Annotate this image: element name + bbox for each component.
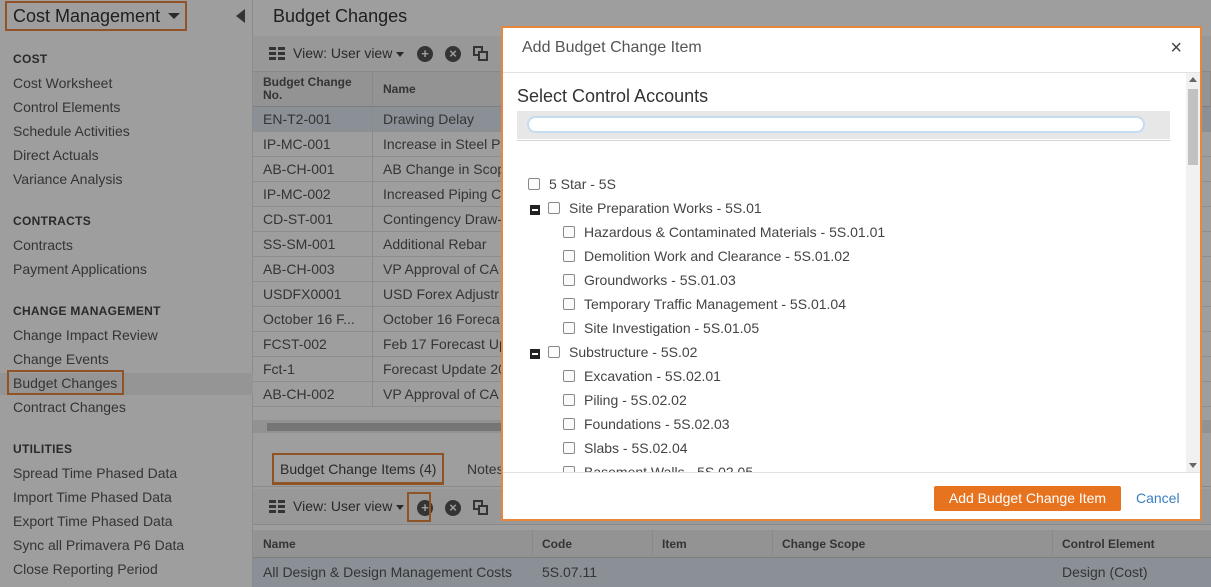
tree-node-checkbox[interactable] — [563, 370, 575, 382]
tree-node-checkbox[interactable] — [563, 298, 575, 310]
tree-node-checkbox[interactable] — [563, 394, 575, 406]
vertical-scrollbar[interactable] — [1186, 73, 1200, 472]
cancel-button[interactable]: Cancel — [1136, 490, 1180, 506]
tree-node-label: Site Investigation - 5S.01.05 — [584, 320, 760, 336]
tree-node-label: Temporary Traffic Management - 5S.01.04 — [584, 296, 846, 312]
tree-node[interactable]: Piling - 5S.02.02 — [563, 392, 687, 408]
scroll-thumb[interactable] — [1188, 89, 1198, 165]
tree-node-checkbox[interactable] — [528, 178, 540, 190]
tree-node[interactable]: 5 Star - 5S — [528, 176, 616, 192]
tree-node[interactable]: Basement Walls - 5S.02.05 — [563, 464, 753, 472]
tree-node-checkbox[interactable] — [563, 442, 575, 454]
tree-node-label: Hazardous & Contaminated Materials - 5S.… — [584, 224, 886, 240]
tree-node[interactable]: Slabs - 5S.02.04 — [563, 440, 688, 456]
tree-node-label: Slabs - 5S.02.04 — [584, 440, 688, 456]
tree-node-label: Foundations - 5S.02.03 — [584, 416, 730, 432]
tree-node[interactable]: Hazardous & Contaminated Materials - 5S.… — [563, 224, 885, 240]
tree-node-checkbox[interactable] — [563, 322, 575, 334]
tree-node-label: Demolition Work and Clearance - 5S.01.02 — [584, 248, 850, 264]
tree-node[interactable]: Site Investigation - 5S.01.05 — [563, 320, 759, 336]
search-input[interactable] — [527, 116, 1145, 133]
dialog-body: Select Control Accounts 5 Star - 5S Site … — [503, 73, 1185, 472]
scroll-up-icon[interactable] — [1189, 77, 1197, 82]
tree-node-label: Substructure - 5S.02 — [569, 344, 698, 360]
tree-node-checkbox[interactable] — [563, 250, 575, 262]
tree-node[interactable]: Substructure - 5S.02 — [548, 344, 697, 360]
tree-node-label: Piling - 5S.02.02 — [584, 392, 687, 408]
close-icon[interactable]: × — [1170, 37, 1182, 60]
scroll-down-icon[interactable] — [1189, 463, 1197, 468]
tree-node[interactable]: Demolition Work and Clearance - 5S.01.02 — [563, 248, 850, 264]
dialog-title: Add Budget Change Item — [522, 39, 702, 56]
tree-node[interactable]: Groundworks - 5S.01.03 — [563, 272, 736, 288]
tree-node[interactable]: Foundations - 5S.02.03 — [563, 416, 730, 432]
tree-node-label: Site Preparation Works - 5S.01 — [569, 200, 762, 216]
tree-node-label: 5 Star - 5S — [549, 176, 616, 192]
add-budget-change-item-button[interactable]: Add Budget Change Item — [934, 486, 1121, 511]
tree-node[interactable]: Temporary Traffic Management - 5S.01.04 — [563, 296, 846, 312]
add-budget-change-item-dialog: Add Budget Change Item × Select Control … — [501, 26, 1202, 521]
divider — [503, 472, 1200, 473]
divider — [517, 140, 1170, 141]
tree-node-label: Groundworks - 5S.01.03 — [584, 272, 736, 288]
tree-node-label: Excavation - 5S.02.01 — [584, 368, 721, 384]
tree-node[interactable]: Excavation - 5S.02.01 — [563, 368, 721, 384]
tree-node-checkbox[interactable] — [548, 346, 560, 358]
collapse-node-icon[interactable] — [530, 349, 540, 359]
section-heading: Select Control Accounts — [517, 86, 709, 106]
tree-node-checkbox[interactable] — [563, 226, 575, 238]
tree-node[interactable]: Site Preparation Works - 5S.01 — [548, 200, 762, 216]
collapse-node-icon[interactable] — [530, 205, 540, 215]
tree-node-checkbox[interactable] — [563, 274, 575, 286]
tree-node-checkbox[interactable] — [548, 202, 560, 214]
tree-node-checkbox[interactable] — [563, 418, 575, 430]
tree-node-label: Basement Walls - 5S.02.05 — [584, 464, 754, 472]
search-bar — [517, 111, 1170, 139]
